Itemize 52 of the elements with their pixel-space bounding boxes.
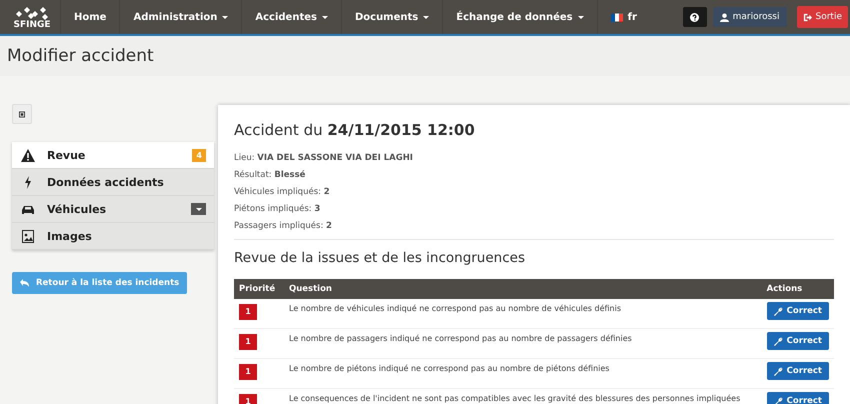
nav-link[interactable]: Documents (340, 0, 442, 34)
table-cell: Le nombre de piétons indiqué ne correspond pas au nombre de piétons définies (289, 364, 610, 373)
count-badge: 4 (192, 148, 206, 162)
correct-button[interactable]: Correct (766, 392, 829, 404)
nav-link[interactable]: Échange de données (442, 0, 597, 34)
review-title: Revue de la issues et de les incongruences (234, 250, 526, 266)
warning-icon (21, 148, 35, 162)
detail-line: Lieu: VIA DEL SASSONE VIA DEI LAGHI (234, 153, 414, 163)
priority-badge: 1 (239, 394, 257, 404)
sidebar-item[interactable]: Véhicules (12, 196, 214, 223)
nav-link[interactable]: Administration (119, 0, 242, 34)
priority-badge: 1 (239, 304, 257, 320)
user-icon (720, 12, 729, 22)
reply-icon (20, 279, 29, 287)
page-title: Modifier accident (7, 46, 154, 66)
detail-line: Passagers impliqués: 2 (234, 221, 333, 231)
table-cell: Le consequences de l'incident ne sont pas compatibles avec les gravité des blessures des personnes impliquées (289, 394, 740, 403)
flag-icon (610, 12, 623, 22)
detail-line: Piétons impliqués: 3 (234, 204, 322, 214)
help-button[interactable] (682, 7, 707, 27)
brand-name[interactable]: SFINGE (13, 20, 51, 30)
wrench-icon (774, 336, 783, 346)
column-header: Actions (762, 279, 834, 299)
expand-toggle[interactable] (191, 203, 206, 215)
sidebar-item[interactable]: Revue 4 (12, 142, 214, 169)
detail-line: Véhicules impliqués: 2 (234, 187, 331, 197)
wrench-icon (774, 396, 783, 404)
correct-button[interactable]: Correct (766, 332, 829, 350)
correct-button[interactable]: Correct (766, 362, 829, 380)
wrench-icon (774, 306, 783, 316)
sidebar-item[interactable]: Images (12, 223, 214, 250)
nav-link[interactable]: Home (60, 0, 120, 34)
logout-icon (802, 12, 812, 22)
sidebar-item[interactable]: Données accidents (12, 169, 214, 196)
table-cell: Le nombre de passagers indiqué ne correspond pas au nombre de passagers définies (289, 334, 632, 343)
user-button[interactable]: mariorossi (712, 7, 786, 27)
priority-badge: 1 (239, 334, 257, 350)
column-header: Priorité (234, 279, 284, 299)
table-cell: Le nombre de véhicules indiqué ne correspond pas au nombre de véhicules définis (289, 304, 621, 313)
help-icon (690, 12, 700, 22)
accident-title: Accident du 24/11/2015 12:00 (234, 121, 476, 139)
detail-line: Résultat: Blessé (234, 170, 306, 180)
wrench-icon (774, 366, 783, 376)
language-link[interactable]: fr (596, 0, 650, 34)
square-icon (19, 110, 25, 118)
nav-link[interactable]: Accidentes (241, 0, 341, 34)
image-icon (21, 230, 35, 242)
correct-button[interactable]: Correct (766, 302, 829, 320)
collapse-button[interactable] (12, 104, 32, 124)
logout-button[interactable]: Sortie (796, 6, 848, 28)
priority-badge: 1 (239, 364, 257, 380)
column-header: Question (284, 279, 762, 299)
